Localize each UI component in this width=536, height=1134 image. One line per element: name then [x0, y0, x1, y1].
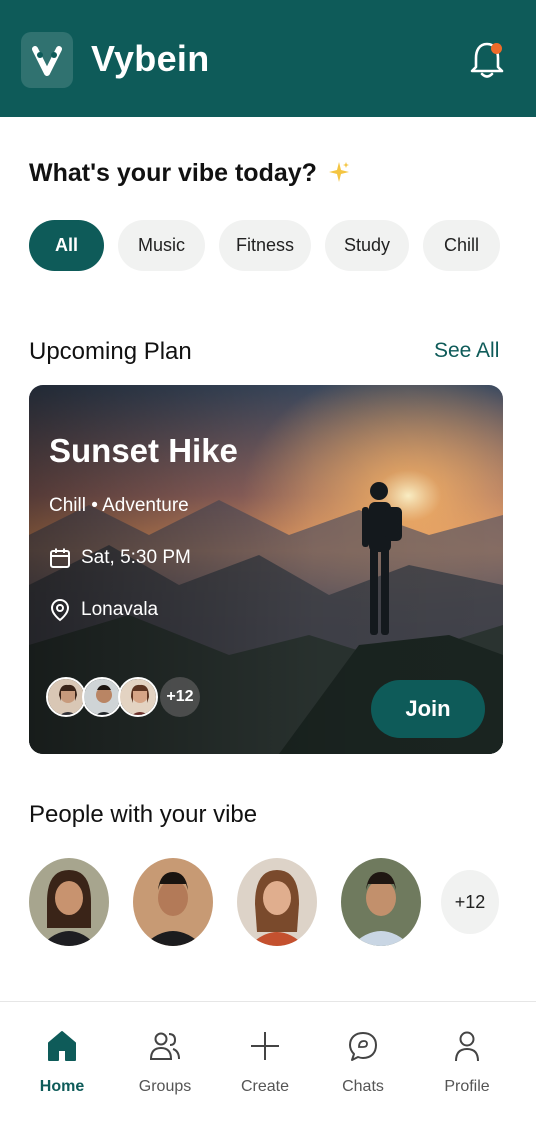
nav-home[interactable]: Home [17, 1028, 107, 1096]
notification-dot [491, 43, 502, 54]
attendees-more-badge: +12 [160, 677, 200, 717]
plan-location: Lonavala [49, 598, 158, 622]
calendar-icon [50, 548, 70, 568]
groups-icon [149, 1032, 180, 1060]
see-all-link[interactable]: See All [434, 339, 499, 363]
person-avatar[interactable] [29, 858, 109, 946]
nav-chats-label: Chats [342, 1078, 384, 1095]
nav-create[interactable]: Create [220, 1028, 310, 1096]
vibe-heading: What's your vibe today? [29, 159, 350, 188]
person-avatar[interactable] [237, 858, 317, 946]
attendee-avatars[interactable]: +12 [46, 677, 200, 717]
chip-all[interactable]: All [29, 220, 104, 271]
profile-icon [455, 1031, 479, 1062]
nav-chats[interactable]: Chats [318, 1028, 408, 1096]
person-avatar[interactable] [133, 858, 213, 946]
app-logo [21, 32, 73, 88]
app-title: Vybein [91, 38, 210, 79]
join-button[interactable]: Join [371, 680, 485, 738]
chip-chill[interactable]: Chill [423, 220, 500, 271]
people-section-title: People with your vibe [29, 801, 258, 828]
plan-title: Sunset Hike [49, 432, 238, 469]
app-header: Vybein [0, 0, 536, 117]
avatar [46, 677, 86, 717]
nav-home-label: Home [39, 1078, 85, 1095]
sparkle-icon [328, 162, 349, 182]
upcoming-plan-title: Upcoming Plan [29, 338, 192, 365]
nav-profile-label: Profile [444, 1078, 490, 1095]
nav-profile[interactable]: Profile [422, 1028, 512, 1096]
people-more-badge[interactable]: +12 [441, 870, 499, 934]
plus-icon [251, 1032, 279, 1060]
chip-study[interactable]: Study [325, 220, 409, 271]
bottom-nav: Home Groups Create Chats Profile [0, 1001, 536, 1134]
home-icon [48, 1031, 76, 1061]
nav-groups[interactable]: Groups [120, 1028, 210, 1096]
avatar [118, 677, 158, 717]
chat-icon [349, 1032, 377, 1061]
nav-create-label: Create [240, 1078, 290, 1095]
person-avatar[interactable] [341, 858, 421, 946]
avatar [82, 677, 122, 717]
location-pin-icon [50, 598, 70, 622]
vibe-filter-chips: All Music Fitness Study Chill [29, 220, 500, 271]
nav-groups-label: Groups [138, 1078, 192, 1095]
plan-card[interactable]: Sunset Hike Chill • Adventure Sat, 5:30 … [29, 385, 503, 754]
plan-datetime-text: Sat, 5:30 PM [81, 547, 191, 568]
chip-fitness[interactable]: Fitness [219, 220, 311, 271]
plan-datetime: Sat, 5:30 PM [49, 547, 191, 569]
chip-music[interactable]: Music [118, 220, 205, 271]
people-list: +12 [29, 858, 499, 946]
plan-location-text: Lonavala [81, 599, 159, 620]
plan-tags: Chill • Adventure [49, 495, 189, 516]
